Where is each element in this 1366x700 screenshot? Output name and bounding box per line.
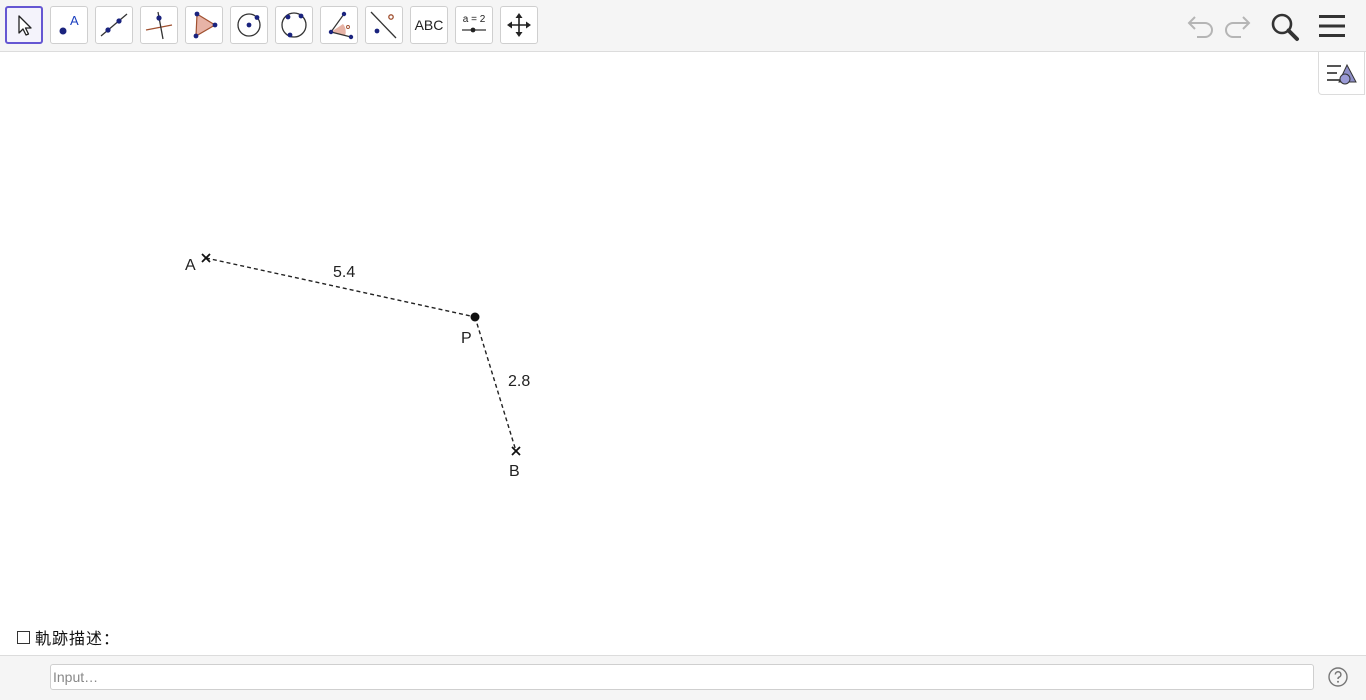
svg-text:a = 2: a = 2 [463, 14, 486, 25]
point-tool-button[interactable]: A [50, 6, 88, 44]
help-icon [1328, 667, 1348, 687]
circle-through-points-tool-button[interactable] [275, 6, 313, 44]
undo-button[interactable] [1184, 12, 1216, 40]
point-icon: A [59, 13, 79, 35]
circle-with-center-tool-button[interactable] [230, 6, 268, 44]
reflect-tool-button[interactable] [365, 6, 403, 44]
graphics-view[interactable]: 5.4 2.8 A P B [0, 53, 1366, 655]
locus-checkbox[interactable] [17, 630, 30, 644]
perpendicular-line-tool-button[interactable] [140, 6, 178, 44]
polygon-icon [193, 11, 218, 39]
locus-checkbox-label: 軌跡描述： [35, 629, 121, 648]
point-b-label: B [509, 463, 520, 480]
svg-text:A: A [70, 13, 79, 28]
redo-button[interactable] [1222, 12, 1254, 40]
move-tool-button[interactable] [5, 6, 43, 44]
segment-ap-length-label: 5.4 [333, 264, 355, 281]
text-tool-button[interactable]: ABC [410, 6, 448, 44]
point-a-label: A [185, 257, 196, 274]
toolbar: A ABC a = 2 [0, 0, 1366, 52]
main-menu-button[interactable] [1316, 12, 1348, 40]
reflect-icon [370, 11, 397, 39]
angle-tool-button[interactable] [320, 6, 358, 44]
circle-center-icon [237, 13, 261, 37]
search-icon [1271, 13, 1299, 41]
angle-icon [328, 11, 354, 40]
line-icon [100, 13, 128, 37]
circle-three-points-icon [281, 12, 307, 38]
slider-icon: a = 2 [462, 14, 486, 33]
input-bar [0, 655, 1366, 700]
text-icon: ABC [414, 17, 444, 33]
hamburger-menu-icon [1319, 15, 1345, 37]
algebra-input-field[interactable] [50, 664, 1314, 690]
undo-icon [1187, 16, 1213, 38]
cursor-arrow-icon [18, 15, 32, 36]
point-b[interactable] [511, 446, 521, 456]
point-p-label: P [461, 330, 472, 347]
move-arrows-icon [507, 13, 531, 37]
polygon-tool-button[interactable] [185, 6, 223, 44]
slider-tool-button[interactable]: a = 2 [455, 6, 493, 44]
move-graphics-view-tool-button[interactable] [500, 6, 538, 44]
perpendicular-line-icon [145, 11, 173, 40]
locus-checkbox-row[interactable]: 軌跡描述： [17, 626, 120, 648]
redo-icon [1225, 16, 1251, 38]
search-button[interactable] [1268, 10, 1302, 44]
line-tool-button[interactable] [95, 6, 133, 44]
segment-pb-length-label: 2.8 [508, 373, 530, 390]
help-button[interactable] [1328, 667, 1348, 687]
point-p[interactable] [470, 312, 480, 322]
